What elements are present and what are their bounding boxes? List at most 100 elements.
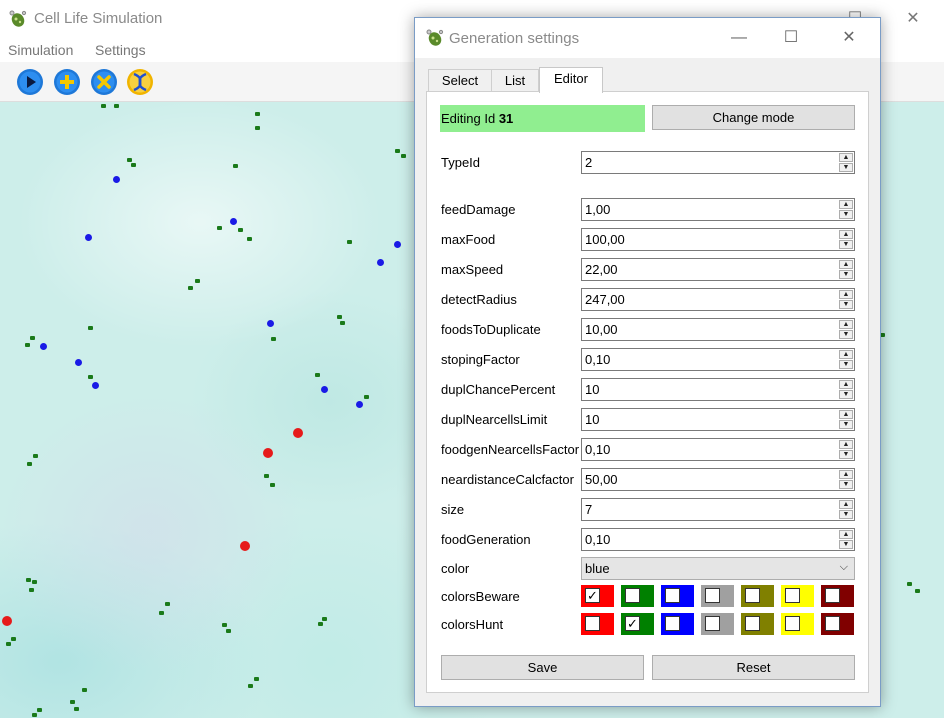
spin-down-icon[interactable]: ▼: [839, 480, 853, 489]
checkbox-empty[interactable]: [665, 588, 680, 603]
field-spinbox[interactable]: 0,10 ▲ ▼: [581, 438, 855, 461]
spin-up-icon[interactable]: ▲: [839, 470, 853, 479]
field-spinbox[interactable]: 10,00 ▲ ▼: [581, 318, 855, 341]
tab-list[interactable]: List: [491, 69, 539, 92]
remove-button[interactable]: [90, 68, 118, 96]
color-swatch-checkbox[interactable]: [661, 585, 694, 607]
checkbox-empty[interactable]: [705, 616, 720, 631]
field-spinbox[interactable]: 50,00 ▲ ▼: [581, 468, 855, 491]
field-value[interactable]: 0,10: [585, 352, 610, 367]
checkbox-empty[interactable]: [585, 616, 600, 631]
spin-down-icon[interactable]: ▼: [839, 390, 853, 399]
dialog-minimize-button[interactable]: —: [723, 27, 755, 49]
close-button[interactable]: ✕: [898, 8, 928, 30]
checkbox-empty[interactable]: [665, 616, 680, 631]
color-select[interactable]: blue ⌵: [581, 557, 855, 580]
save-button[interactable]: Save: [441, 655, 644, 680]
color-swatch-checkbox[interactable]: [581, 613, 614, 635]
spin-down-icon[interactable]: ▼: [839, 330, 853, 339]
color-swatch-checkbox[interactable]: [821, 585, 854, 607]
typeid-value[interactable]: 2: [585, 155, 592, 170]
field-value[interactable]: 50,00: [585, 472, 618, 487]
field-value[interactable]: 247,00: [585, 292, 625, 307]
generation-settings-button[interactable]: [126, 68, 154, 96]
color-swatch-checkbox[interactable]: [781, 613, 814, 635]
menu-settings[interactable]: Settings: [95, 42, 146, 58]
field-spinbox[interactable]: 0,10 ▲ ▼: [581, 348, 855, 371]
field-value[interactable]: 10,00: [585, 322, 618, 337]
dialog-close-button[interactable]: ✕: [833, 27, 865, 49]
checkbox-empty[interactable]: [745, 616, 760, 631]
checkbox-empty[interactable]: [825, 616, 840, 631]
spin-up-icon[interactable]: ▲: [839, 350, 853, 359]
spin-up-icon[interactable]: ▲: [839, 153, 853, 162]
color-swatch-checkbox[interactable]: [741, 585, 774, 607]
dialog-maximize-button[interactable]: ☐: [775, 27, 807, 49]
color-swatch-checkbox[interactable]: [701, 613, 734, 635]
color-swatch-checkbox[interactable]: ✓: [621, 613, 654, 635]
spin-up-icon[interactable]: ▲: [839, 200, 853, 209]
cell-red: [263, 448, 273, 458]
spin-down-icon[interactable]: ▼: [839, 420, 853, 429]
field-value[interactable]: 22,00: [585, 262, 618, 277]
checkmark-icon[interactable]: ✓: [625, 616, 640, 631]
field-spinbox[interactable]: 0,10 ▲ ▼: [581, 528, 855, 551]
checkbox-empty[interactable]: [825, 588, 840, 603]
spin-down-icon[interactable]: ▼: [839, 210, 853, 219]
checkbox-empty[interactable]: [745, 588, 760, 603]
color-swatch-checkbox[interactable]: [741, 613, 774, 635]
spin-down-icon[interactable]: ▼: [839, 300, 853, 309]
spin-up-icon[interactable]: ▲: [839, 230, 853, 239]
spin-up-icon[interactable]: ▲: [839, 260, 853, 269]
spin-down-icon[interactable]: ▼: [839, 360, 853, 369]
typeid-spinbox[interactable]: 2 ▲ ▼: [581, 151, 855, 174]
change-mode-button[interactable]: Change mode: [652, 105, 855, 130]
spin-down-icon[interactable]: ▼: [839, 540, 853, 549]
add-button[interactable]: [53, 68, 81, 96]
spin-down-icon[interactable]: ▼: [839, 510, 853, 519]
checkbox-empty[interactable]: [785, 588, 800, 603]
spin-up-icon[interactable]: ▲: [839, 380, 853, 389]
field-spinbox[interactable]: 10 ▲ ▼: [581, 408, 855, 431]
spin-down-icon[interactable]: ▼: [839, 163, 853, 172]
spin-down-icon[interactable]: ▼: [839, 270, 853, 279]
spin-down-icon[interactable]: ▼: [839, 240, 853, 249]
spin-up-icon[interactable]: ▲: [839, 410, 853, 419]
food-particle: [270, 483, 275, 487]
tab-select[interactable]: Select: [428, 69, 492, 92]
play-button[interactable]: [16, 68, 44, 96]
field-value[interactable]: 1,00: [585, 202, 610, 217]
field-spinbox[interactable]: 7 ▲ ▼: [581, 498, 855, 521]
field-spinbox[interactable]: 22,00 ▲ ▼: [581, 258, 855, 281]
color-swatch-checkbox[interactable]: [661, 613, 694, 635]
field-value[interactable]: 100,00: [585, 232, 625, 247]
field-value[interactable]: 10: [585, 412, 599, 427]
food-particle: [82, 688, 87, 692]
checkbox-empty[interactable]: [785, 616, 800, 631]
color-swatch-checkbox[interactable]: ✓: [581, 585, 614, 607]
color-swatch-checkbox[interactable]: [621, 585, 654, 607]
field-value[interactable]: 0,10: [585, 532, 610, 547]
color-swatch-checkbox[interactable]: [701, 585, 734, 607]
field-value[interactable]: 7: [585, 502, 592, 517]
field-spinbox[interactable]: 1,00 ▲ ▼: [581, 198, 855, 221]
field-spinbox[interactable]: 100,00 ▲ ▼: [581, 228, 855, 251]
checkmark-icon[interactable]: ✓: [585, 588, 600, 603]
spin-up-icon[interactable]: ▲: [839, 530, 853, 539]
spin-up-icon[interactable]: ▲: [839, 440, 853, 449]
spin-down-icon[interactable]: ▼: [839, 450, 853, 459]
checkbox-empty[interactable]: [625, 588, 640, 603]
field-value[interactable]: 0,10: [585, 442, 610, 457]
field-spinbox[interactable]: 247,00 ▲ ▼: [581, 288, 855, 311]
field-spinbox[interactable]: 10 ▲ ▼: [581, 378, 855, 401]
spin-up-icon[interactable]: ▲: [839, 320, 853, 329]
color-swatch-checkbox[interactable]: [821, 613, 854, 635]
spin-up-icon[interactable]: ▲: [839, 290, 853, 299]
color-swatch-checkbox[interactable]: [781, 585, 814, 607]
menu-simulation[interactable]: Simulation: [8, 42, 73, 58]
field-value[interactable]: 10: [585, 382, 599, 397]
spin-up-icon[interactable]: ▲: [839, 500, 853, 509]
reset-button[interactable]: Reset: [652, 655, 855, 680]
tab-editor[interactable]: Editor: [539, 67, 603, 93]
checkbox-empty[interactable]: [705, 588, 720, 603]
